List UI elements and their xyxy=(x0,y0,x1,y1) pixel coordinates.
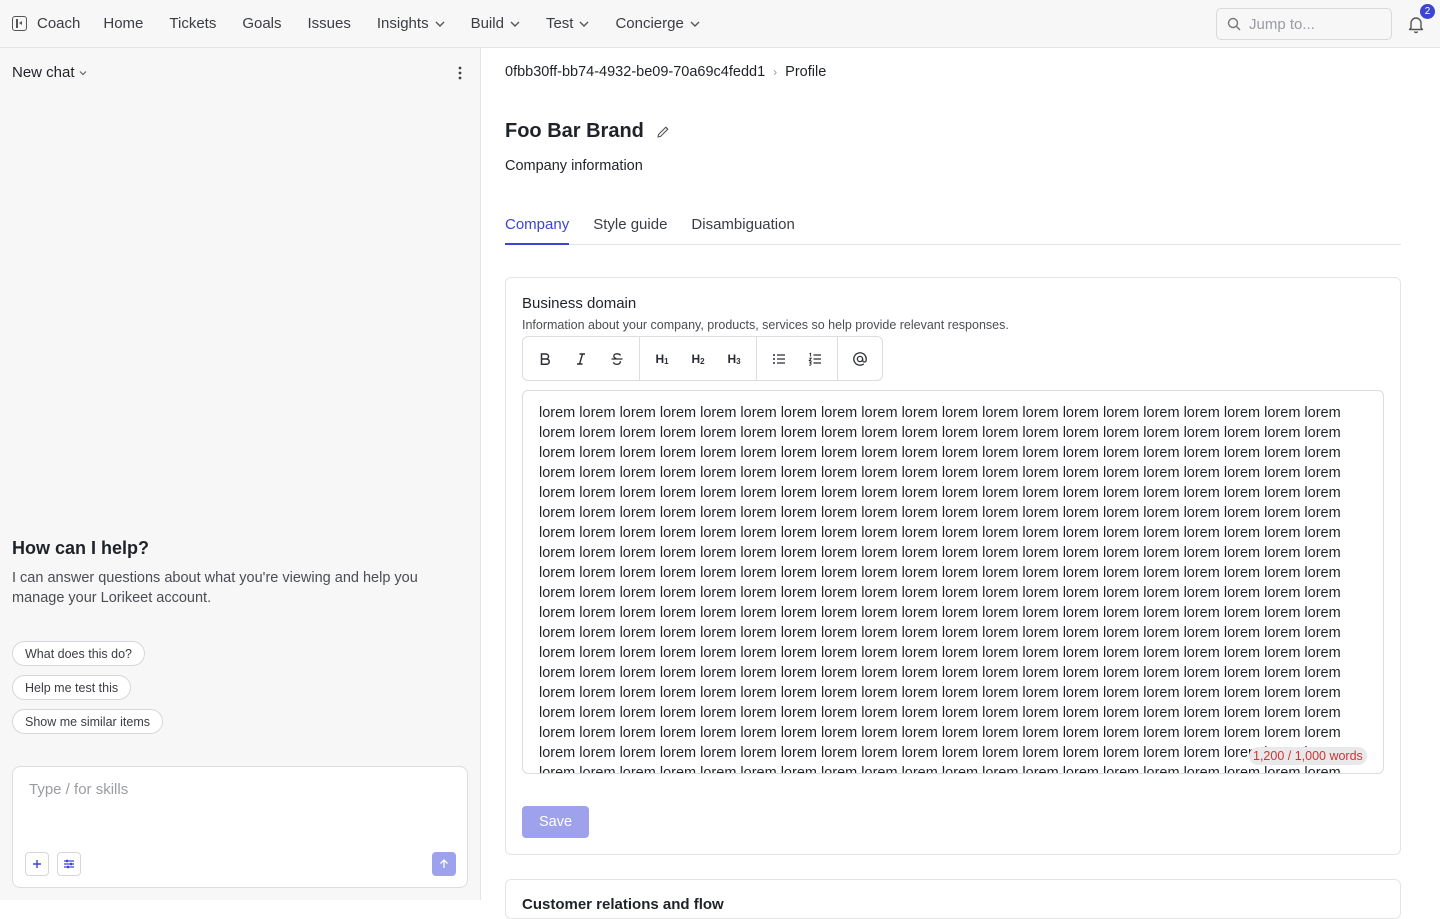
word-count-badge: 1,200 / 1,000 words xyxy=(1249,747,1367,765)
bullet-list-icon xyxy=(773,353,785,364)
jump-to-search[interactable] xyxy=(1216,8,1392,40)
chat-composer[interactable]: Type / for skills xyxy=(12,766,468,888)
numbered-list-icon xyxy=(808,351,821,366)
heading-2-button[interactable]: H2 xyxy=(680,341,716,377)
heading-group: H1 H2 H3 xyxy=(640,337,757,380)
chevron-down-icon xyxy=(79,70,86,75)
nav-item-label: Insights xyxy=(376,15,429,32)
nav-item-label: Goals xyxy=(242,15,282,32)
add-attachment-button[interactable] xyxy=(25,852,49,876)
tab-company[interactable]: Company xyxy=(505,216,570,245)
nav-menu: Coach Home Tickets Goals Issues Insights… xyxy=(0,0,713,48)
chevron-down-icon xyxy=(579,21,589,27)
bold-icon xyxy=(540,352,550,365)
heading-3-button[interactable]: H3 xyxy=(716,341,752,377)
nav-item-label: Home xyxy=(103,15,144,32)
nav-item-label: Test xyxy=(545,15,574,32)
heading-1-button[interactable]: H1 xyxy=(644,341,680,377)
suggestion-chip[interactable]: Show me similar items xyxy=(12,709,164,734)
business-domain-editor[interactable]: lorem lorem lorem lorem lorem lorem lore… xyxy=(522,390,1384,774)
chevron-down-icon xyxy=(690,21,700,27)
help-description: I can answer questions about what you're… xyxy=(12,570,418,606)
chevron-down-icon xyxy=(435,21,445,27)
mention-group xyxy=(838,337,882,380)
mention-icon xyxy=(853,351,867,366)
chat-selector[interactable]: New chat xyxy=(12,64,87,81)
suggestion-chip[interactable]: What does this do? xyxy=(12,641,146,666)
heading-3-icon: H3 xyxy=(727,351,741,366)
strikethrough-icon xyxy=(611,352,623,365)
business-domain-card: Business domain Information about your c… xyxy=(505,277,1401,855)
format-group xyxy=(523,337,640,380)
numbered-list-button[interactable] xyxy=(797,341,833,377)
tab-disambiguation[interactable]: Disambiguation xyxy=(691,216,794,245)
settings-button[interactable] xyxy=(57,852,81,876)
nav-item-label: Issues xyxy=(307,15,351,32)
customer-relations-card: Customer relations and flow xyxy=(505,879,1401,919)
tab-style-guide[interactable]: Style guide xyxy=(593,216,667,245)
nav-item-build[interactable]: Build xyxy=(458,0,533,48)
more-options-icon[interactable] xyxy=(452,65,468,81)
chat-panel: New chat How can I help? I can answer qu… xyxy=(0,48,481,900)
bold-button[interactable] xyxy=(527,341,563,377)
nav-item-label: Build xyxy=(470,15,504,32)
field-label: Business domain xyxy=(522,295,637,312)
chat-title: New chat xyxy=(12,64,75,81)
breadcrumb-id-link[interactable]: 0fbb30ff-bb74-4932-be09-70a69c4fedd1 xyxy=(505,64,765,80)
chevron-right-icon: › xyxy=(773,65,778,79)
nav-item-test[interactable]: Test xyxy=(533,0,603,48)
search-icon xyxy=(1227,17,1241,31)
sidebar-toggle-icon[interactable] xyxy=(12,16,27,31)
chevron-down-icon xyxy=(510,21,520,27)
composer-placeholder[interactable]: Type / for skills xyxy=(29,781,128,798)
bullet-list-button[interactable] xyxy=(761,341,797,377)
breadcrumb-current: Profile xyxy=(785,64,827,80)
send-button[interactable] xyxy=(432,852,456,876)
brand-label: Coach xyxy=(37,15,81,32)
editor-content[interactable]: lorem lorem lorem lorem lorem lorem lore… xyxy=(539,403,1369,773)
help-title: How can I help? xyxy=(12,538,150,558)
section-label: Customer relations and flow xyxy=(522,896,724,913)
italic-button[interactable] xyxy=(563,341,599,377)
breadcrumb: 0fbb30ff-bb74-4932-be09-70a69c4fedd1 › P… xyxy=(505,64,826,80)
nav-item-issues[interactable]: Issues xyxy=(295,0,364,48)
strikethrough-button[interactable] xyxy=(599,341,635,377)
suggestion-chip[interactable]: Help me test this xyxy=(12,675,132,700)
heading-1-icon: H1 xyxy=(655,351,669,366)
heading-2-icon: H2 xyxy=(691,351,705,366)
nav-item-label: Tickets xyxy=(169,15,217,32)
nav-item-tickets[interactable]: Tickets xyxy=(156,0,229,48)
main-content: 0fbb30ff-bb74-4932-be09-70a69c4fedd1 › P… xyxy=(481,48,1440,919)
brand[interactable]: Coach xyxy=(0,0,90,48)
field-help: Information about your company, products… xyxy=(522,318,1009,332)
nav-item-home[interactable]: Home xyxy=(90,0,156,48)
plus-icon xyxy=(33,860,41,868)
page-title-row: Foo Bar Brand xyxy=(505,120,670,143)
search-input[interactable] xyxy=(1249,15,1379,33)
nav-item-label: Concierge xyxy=(615,15,684,32)
nav-item-insights[interactable]: Insights xyxy=(364,0,458,48)
nav-item-goals[interactable]: Goals xyxy=(229,0,294,48)
top-nav: Coach Home Tickets Goals Issues Insights… xyxy=(0,0,1440,48)
tab-bar: Company Style guide Disambiguation xyxy=(505,216,1401,245)
mention-button[interactable] xyxy=(842,341,878,377)
list-group xyxy=(757,337,838,380)
page-subtitle: Company information xyxy=(505,158,643,174)
arrow-up-icon xyxy=(440,859,448,868)
nav-item-concierge[interactable]: Concierge xyxy=(602,0,712,48)
notification-badge: 2 xyxy=(1420,4,1435,19)
editor-toolbar: H1 H2 H3 xyxy=(522,336,883,381)
sliders-icon xyxy=(64,859,74,869)
italic-icon xyxy=(577,352,585,365)
save-button[interactable]: Save xyxy=(522,806,589,838)
pencil-icon[interactable] xyxy=(656,125,670,139)
page-title: Foo Bar Brand xyxy=(505,120,644,142)
